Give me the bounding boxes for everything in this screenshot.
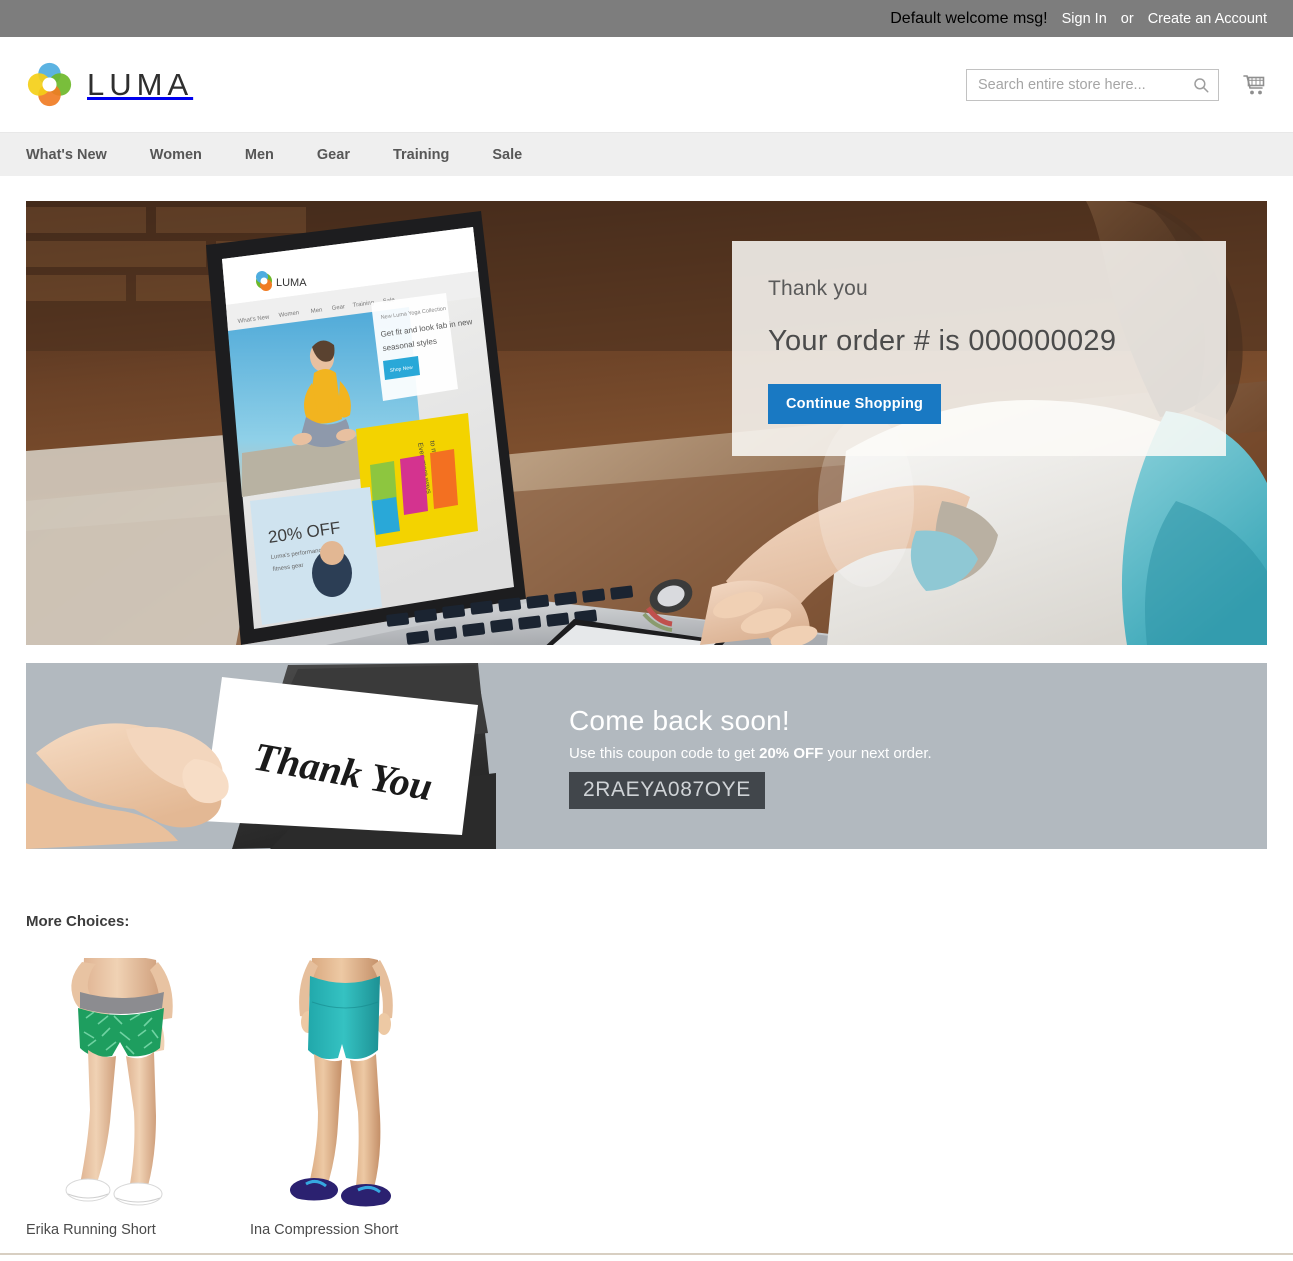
nav-item-women[interactable]: Women <box>150 147 202 163</box>
main-navigation: What's New Women Men Gear Training Sale <box>0 132 1293 176</box>
search-icon[interactable] <box>1192 76 1210 94</box>
product-name-link[interactable]: Ina Compression Short <box>250 1222 438 1238</box>
order-confirmation-panel: Thank you Your order # is 000000029 Cont… <box>732 241 1226 456</box>
nav-item-gear[interactable]: Gear <box>317 147 350 163</box>
coupon-banner: Thank You Come back soon! Use this coupo… <box>26 663 1267 849</box>
nav-item-men[interactable]: Men <box>245 147 274 163</box>
product-image-erika-running-short[interactable] <box>26 958 214 1208</box>
coupon-title: Come back soon! <box>569 705 790 736</box>
or-separator: or <box>1120 10 1134 27</box>
product-list: Erika Running Short Ina Compression Shor… <box>26 958 1267 1238</box>
svg-text:LUMA: LUMA <box>276 277 307 289</box>
page-bottom-divider <box>0 1253 1293 1255</box>
order-number-text: Your order # is 000000029 <box>768 325 1117 357</box>
nav-item-sale[interactable]: Sale <box>492 147 522 163</box>
page-content: LUMA What's New Women Men Gear Training … <box>0 201 1293 1238</box>
hero-banner: LUMA What's New Women Men Gear Training … <box>26 201 1267 645</box>
coupon-subtitle-suffix: your next order. <box>823 745 932 762</box>
site-logo[interactable]: LUMA <box>26 61 193 108</box>
nav-item-training[interactable]: Training <box>393 147 449 163</box>
logo-wordmark: LUMA <box>87 66 194 102</box>
coupon-text-block: Come back soon! Use this coupon code to … <box>546 663 1267 849</box>
thank-you-card-photo: Thank You <box>26 663 546 849</box>
coupon-code-badge[interactable]: 2RAEYA087OYE <box>569 772 765 809</box>
search-box[interactable] <box>966 68 1219 101</box>
shopping-cart-icon[interactable] <box>1241 72 1267 98</box>
sign-in-link[interactable]: Sign In <box>1062 11 1107 27</box>
more-choices-heading: More Choices: <box>26 913 130 930</box>
coupon-subtitle-prefix: Use this coupon code to get <box>569 745 760 762</box>
coupon-subtitle: Use this coupon code to get 20% OFF your… <box>569 745 1267 762</box>
thank-you-heading: Thank you <box>768 277 868 300</box>
product-name-link[interactable]: Erika Running Short <box>26 1222 214 1238</box>
coupon-discount-highlight: 20% OFF <box>759 745 824 762</box>
search-input[interactable] <box>978 76 1192 93</box>
product-card[interactable]: Erika Running Short <box>26 958 214 1238</box>
continue-shopping-button[interactable]: Continue Shopping <box>768 384 942 424</box>
welcome-message: Default welcome msg! <box>890 9 1048 27</box>
product-card[interactable]: Ina Compression Short <box>250 958 438 1238</box>
product-image-ina-compression-short[interactable] <box>250 958 438 1208</box>
create-account-link[interactable]: Create an Account <box>1148 11 1267 27</box>
luma-flower-logo-icon <box>26 61 73 108</box>
header-actions <box>966 68 1267 101</box>
top-panel: Default welcome msg! Sign In or Create a… <box>0 0 1293 37</box>
site-header: LUMA <box>0 37 1293 132</box>
nav-item-whats-new[interactable]: What's New <box>26 147 107 163</box>
